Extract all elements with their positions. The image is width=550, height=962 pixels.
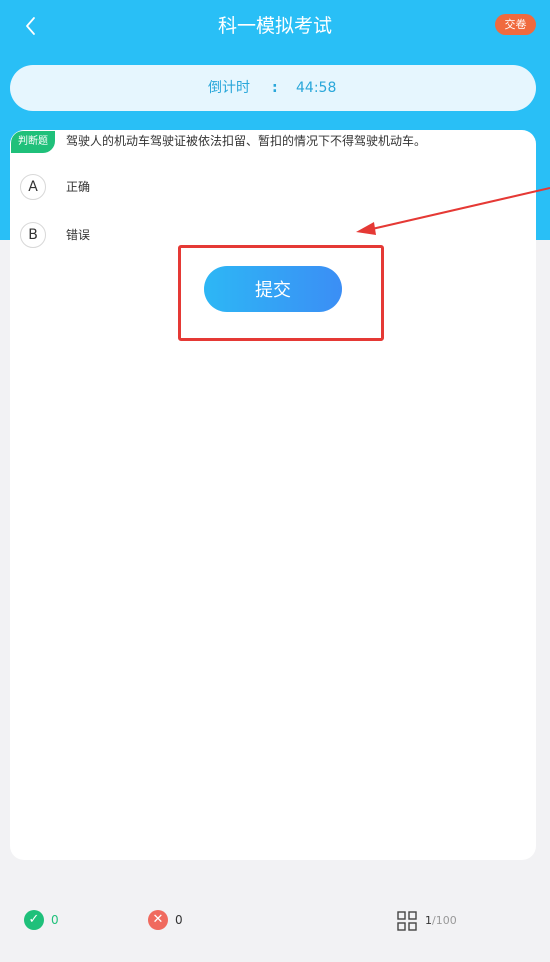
question-text: 驾驶人的机动车驾驶证被依法扣留、暂扣的情况下不得驾驶机动车。 [66,134,427,148]
correct-count: ✓ 0 [24,910,84,932]
option-a[interactable]: A 正确 [20,174,320,200]
progress-total: /100 [432,914,457,927]
countdown-separator: : [272,80,278,96]
correct-count-value: 0 [51,913,59,927]
x-circle-icon: ✕ [148,910,168,930]
progress-text: 1/100 [425,910,457,932]
grid-icon [397,911,417,931]
back-chevron-icon[interactable] [18,12,46,40]
option-a-letter: A [20,174,46,200]
countdown-label: 倒计时 [208,80,250,96]
option-b-text: 错误 [66,228,91,242]
option-b-letter: B [20,222,46,248]
countdown-bar: 倒计时 : 44:58 [10,65,536,111]
progress-current: 1 [425,914,432,927]
submit-exam-badge[interactable]: 交卷 [495,14,536,35]
wrong-count-value: 0 [175,913,183,927]
wrong-count: ✕ 0 [148,910,208,932]
check-circle-icon: ✓ [24,910,44,930]
question-progress[interactable]: 1/100 [397,910,477,932]
countdown-value: 44:58 [296,80,337,96]
page-title: 科一模拟考试 [217,15,332,37]
question-type-tag: 判断题 [11,131,55,153]
submit-button[interactable]: 提交 [204,266,342,312]
option-a-text: 正确 [66,180,91,194]
